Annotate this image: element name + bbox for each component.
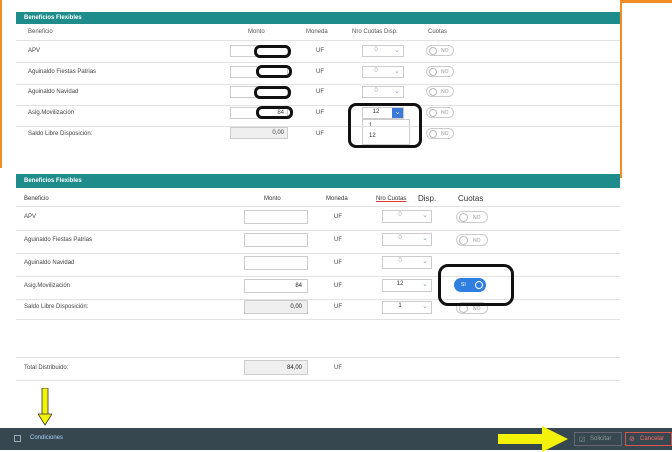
highlight-monto-navidad [254,86,291,99]
yellow-down-arrow-icon [38,388,52,426]
solicitar-button[interactable]: ☑ Solicitar [574,432,622,446]
row-label: Saldo Libre Disposición: [24,304,89,310]
yellow-right-arrow-icon [498,426,568,452]
cuotas-toggle[interactable]: NO [426,107,454,118]
monto-value: 0,00 [272,130,284,136]
moneda-value: UF [334,304,342,310]
cuotas-toggle[interactable]: NO [456,234,488,246]
row-label: Asig.Movilización [28,110,75,116]
total-moneda: UF [334,365,342,371]
cuotas-toggle[interactable]: NO [426,66,454,77]
monto-value: 84 [295,283,302,289]
row-label: Aguinaldo Fiestas Patrias [24,237,93,243]
orange-border-right [620,0,622,178]
highlight-monto-fiestas [256,65,292,78]
moneda-value: UF [316,110,324,116]
cuotas-toggle[interactable]: NO [426,45,454,56]
cuotas-select[interactable]: 0 ⌄ [362,86,404,98]
moneda-value: UF [316,89,324,95]
row-label: Aguinaldo Fiestas Patrias [28,69,97,75]
header-monto: Monto [248,29,265,35]
header-moneda: Moneda [306,29,328,35]
section-title: Beneficios Flexibles [16,174,620,188]
moneda-value: UF [334,260,342,266]
bottom-benefits-panel: Beneficios Flexibles Beneficio Monto Mon… [16,174,620,384]
header-beneficio: Beneficio [24,196,49,202]
cuotas-select[interactable]: 1 ⌄ [382,301,432,314]
header-monto: Monto [264,196,281,202]
cuotas-select[interactable]: 0 ⌄ [362,66,404,78]
cuotas-select[interactable]: 0 ⌄ [382,233,432,246]
monto-input[interactable] [244,233,308,247]
monto-value: 0,00 [290,304,302,310]
cuotas-toggle[interactable]: NO [426,86,454,97]
header-nro-cuotas: Nro Cuotas Disp. [352,29,398,35]
condiciones-link[interactable]: Condiciones [30,435,63,441]
total-label: Total Distribuido: [24,365,69,371]
cuotas-select[interactable]: 12 ⌄ [382,279,432,292]
highlight-monto-movilizacion [256,106,293,119]
cancel-icon: ⊘ [629,436,635,443]
header-cuotas: Cuotas [428,29,448,35]
top-benefits-panel: Beneficios Flexibles Beneficio Monto Mon… [16,12,620,162]
monto-input[interactable] [244,256,308,270]
header-cuotas: Cuotas [458,194,484,203]
moneda-value: UF [334,237,342,243]
orange-border-left [0,0,2,168]
moneda-value: UF [334,214,342,220]
moneda-value: UF [316,48,324,54]
top-screenshot: Beneficios Flexibles Beneficio Monto Mon… [0,0,672,178]
cuotas-select[interactable]: 0 ⌄ [382,256,432,269]
total-value: 84,00 [286,365,302,371]
row-label: Aguinaldo Navidad [24,260,75,266]
row-label: Asig.Movilización [24,283,71,289]
highlight-monto-apv [254,45,291,58]
row-label: Saldo Libre Disposición: [28,131,93,137]
cuotas-select[interactable]: 0 ⌄ [382,210,432,223]
section-title: Beneficios Flexibles [16,12,620,24]
header-nro-cuotas: Nro Cuotas [376,196,407,202]
header-moneda: Moneda [326,196,348,202]
orange-border-top [620,0,672,3]
row-label: APV [24,214,37,220]
highlight-toggle [438,264,514,306]
moneda-value: UF [316,131,324,137]
row-label: APV [28,48,41,54]
cuotas-toggle[interactable]: NO [426,128,454,139]
highlight-dropdown [348,103,422,148]
row-label: Aguinaldo Navidad [28,89,79,95]
cuotas-toggle[interactable]: NO [456,211,488,223]
check-icon: ☑ [579,437,586,444]
header-disp: Disp. [418,194,437,203]
moneda-value: UF [316,69,324,75]
cuotas-select[interactable]: 0 ⌄ [362,45,404,57]
moneda-value: UF [334,283,342,289]
footer-bar: Condiciones ☑ Solicitar ⊘ Cancelar [0,426,672,452]
checkbox-icon[interactable] [14,435,21,442]
header-beneficio: Beneficio [28,29,53,35]
cancelar-button[interactable]: ⊘ Cancelar [625,432,672,446]
monto-input[interactable] [244,210,308,224]
